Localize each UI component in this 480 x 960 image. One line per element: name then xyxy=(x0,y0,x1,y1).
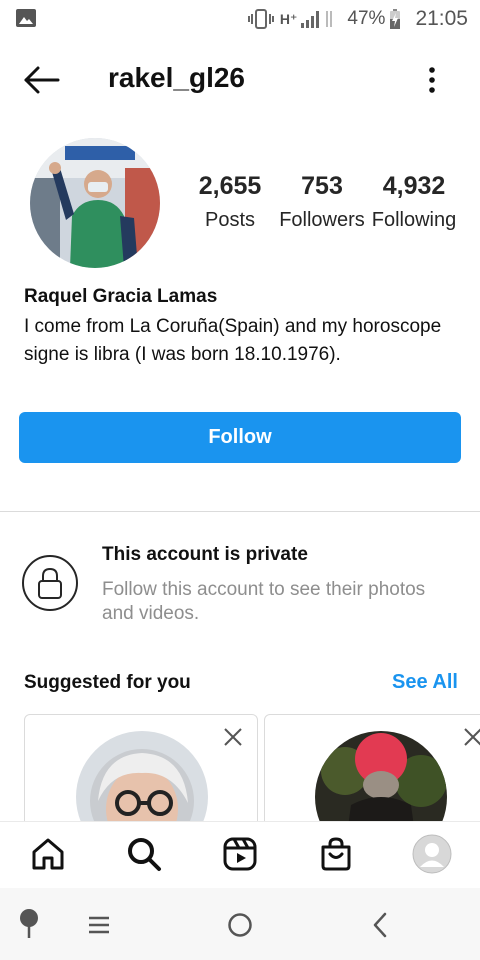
see-all-link[interactable]: See All xyxy=(392,671,458,694)
suggested-photo xyxy=(315,731,447,833)
profile-header: rakel_gl26 xyxy=(0,50,480,110)
back-arrow-icon[interactable] xyxy=(22,64,62,96)
signal-icon xyxy=(301,11,320,28)
following-label: Following xyxy=(371,209,457,231)
search-icon[interactable] xyxy=(126,836,162,872)
profile-photo xyxy=(30,138,160,268)
followers-label: Followers xyxy=(279,209,365,231)
followers-count: 753 xyxy=(301,172,343,200)
home-circle-icon[interactable] xyxy=(227,912,253,938)
profile-avatar-icon[interactable] xyxy=(412,834,452,874)
bio-text: I come from La Coruña(Spain) and my horo… xyxy=(24,316,442,365)
lock-icon xyxy=(38,567,62,599)
reels-icon[interactable] xyxy=(222,836,258,872)
suggested-card[interactable] xyxy=(24,714,258,834)
status-bar: H⁺ 47% 21:05 xyxy=(0,0,480,38)
suggested-heading: Suggested for you xyxy=(24,672,191,693)
suggested-card[interactable] xyxy=(264,714,480,834)
gallery-notification-icon xyxy=(16,9,36,27)
profile-stats: 2,655 Posts 753 Followers 4,932 Followin… xyxy=(190,172,470,242)
stat-followers[interactable]: 753 Followers xyxy=(274,172,370,232)
shop-icon[interactable] xyxy=(318,836,354,872)
follow-button[interactable]: Follow xyxy=(19,412,461,463)
stat-following[interactable]: 4,932 Following xyxy=(366,172,462,232)
suggested-avatar[interactable] xyxy=(76,731,208,833)
following-count: 4,932 xyxy=(382,172,446,200)
private-account-title: This account is private xyxy=(102,544,308,565)
back-chevron-icon[interactable] xyxy=(370,910,390,940)
suggested-avatar[interactable] xyxy=(315,731,447,833)
stat-posts[interactable]: 2,655 Posts xyxy=(182,172,278,232)
close-icon[interactable] xyxy=(221,725,245,749)
posts-label: Posts xyxy=(204,209,256,231)
bottom-navigation xyxy=(0,821,480,887)
full-name: Raquel Gracia Lamas xyxy=(24,286,218,307)
close-icon[interactable] xyxy=(461,725,480,749)
home-icon[interactable] xyxy=(30,836,66,872)
system-navigation-bar xyxy=(0,888,480,960)
battery-charging-icon xyxy=(390,9,401,29)
data-activity-icon xyxy=(326,11,333,27)
suggested-photo xyxy=(76,731,208,833)
more-options-icon[interactable] xyxy=(420,64,444,96)
page-title-username: rakel_gl26 xyxy=(108,62,245,93)
clock: 21:05 xyxy=(415,7,468,30)
status-icons: H⁺ 47% 21:05 xyxy=(247,6,468,32)
private-account-description: Follow this account to see their photos … xyxy=(102,579,426,624)
divider xyxy=(0,511,480,512)
profile-avatar[interactable] xyxy=(30,138,160,268)
recents-icon[interactable] xyxy=(86,915,112,935)
assistant-icon[interactable] xyxy=(18,908,40,940)
posts-count: 2,655 xyxy=(198,172,262,200)
vibrate-icon xyxy=(247,9,274,29)
network-type: H⁺ xyxy=(279,10,298,27)
battery-percent: 47% xyxy=(347,8,386,29)
private-lock-badge xyxy=(22,555,78,611)
